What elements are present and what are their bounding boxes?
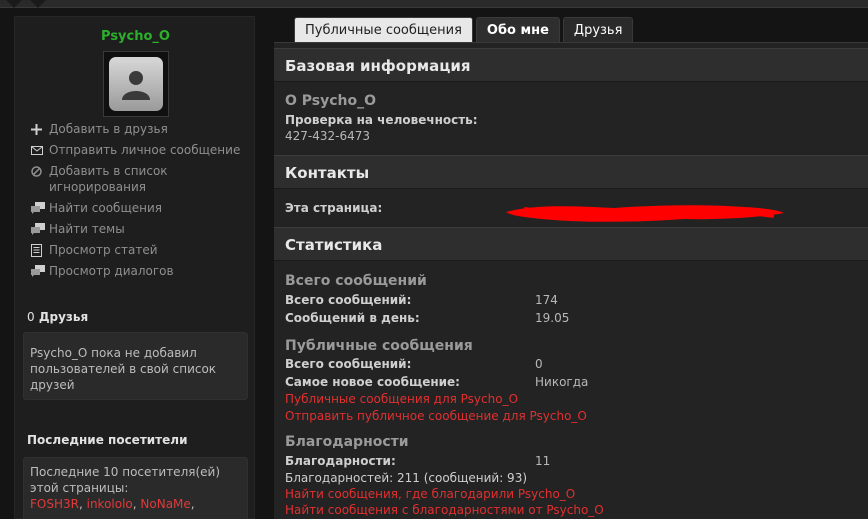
friends-count: 0 (27, 310, 35, 324)
action-label: Просмотр диалогов (49, 264, 174, 278)
avatar[interactable] (103, 51, 169, 117)
profile-actions: Добавить в друзья Отправить личное сообщ… (31, 121, 251, 284)
add-friend-link[interactable]: Добавить в друзья (31, 121, 251, 137)
visitor-link[interactable]: inkololo (87, 497, 133, 511)
contacts-header: Контакты (274, 155, 868, 189)
find-posts-link[interactable]: Найти сообщения (31, 200, 251, 216)
action-label: Отправить личное сообщение (49, 143, 241, 157)
stat-label: Всего сообщений: (285, 357, 412, 371)
friends-empty-box: Psycho_O пока не добавил пользователей в… (23, 332, 248, 400)
chat-icon (31, 221, 49, 237)
nav-notch (6, 0, 22, 8)
basic-info-header: Базовая информация (274, 48, 868, 82)
visitors-box: Последние 10 посетителя(ей) этой страниц… (23, 457, 248, 519)
stat-value: Никогда (535, 375, 589, 389)
visitors-intro: Последние 10 посетителя(ей) этой страниц… (30, 465, 221, 495)
friends-empty-text: Psycho_O пока не добавил пользователей в… (30, 346, 217, 392)
user-silhouette-icon (122, 71, 150, 100)
chat-icon (31, 263, 49, 279)
send-private-message-link[interactable]: Отправить личное сообщение (31, 142, 251, 158)
about-panel: Базовая информация О Psycho_O Проверка н… (274, 42, 868, 519)
stat-label: Самое новое сообщение: (285, 375, 460, 389)
action-label: Добавить в друзья (49, 122, 168, 136)
stat-label: Сообщений в день: (285, 311, 420, 325)
public-messages-title: Публичные сообщения (285, 338, 473, 354)
envelope-icon (31, 142, 49, 158)
nav-notch (30, 0, 46, 8)
stat-value: 0 (535, 357, 543, 371)
find-thanked-posts-link[interactable]: Найти сообщения, где благодарили Psycho_… (285, 487, 575, 501)
humanity-label: Проверка на человечность: (285, 113, 478, 127)
thanks-title: Благодарности (285, 434, 409, 450)
stat-label: Благодарности: (285, 454, 396, 468)
thanks-detail: Благодарностей: 211 (сообщений: 93) (285, 471, 528, 485)
tab-about-me[interactable]: Обо мне (475, 17, 560, 42)
friends-title[interactable]: Друзья (39, 310, 88, 324)
stat-label: Всего сообщений: (285, 293, 412, 307)
about-title: О Psycho_O (285, 93, 377, 109)
profile-sidebar: Psycho_O Добавить в друзья Отправить лич… (14, 16, 255, 519)
visitor-link[interactable]: NoNaMe (140, 497, 190, 511)
send-public-message-link[interactable]: Отправить публичное сообщение для Psycho… (285, 409, 587, 423)
plus-icon (31, 121, 49, 137)
stat-value: 19.05 (535, 311, 570, 325)
view-articles-link[interactable]: Просмотр статей (31, 242, 251, 258)
friends-section-title: 0 Друзья (27, 310, 88, 324)
action-label: Добавить в список игнорирования (49, 164, 168, 194)
tab-public-messages[interactable]: Публичные сообщения (294, 17, 473, 42)
block-icon (31, 163, 49, 179)
find-thanks-by-user-link[interactable]: Найти сообщения с благодарностями от Psy… (285, 503, 604, 517)
chat-icon (31, 200, 49, 216)
action-label: Просмотр статей (49, 243, 158, 257)
profile-tabs: Публичные сообщения Обо мне Друзья (294, 17, 634, 42)
humanity-value: 427-432-6473 (285, 129, 371, 143)
action-label: Найти сообщения (49, 201, 163, 215)
this-page-label: Эта страница: (285, 201, 383, 215)
tab-friends[interactable]: Друзья (562, 17, 634, 42)
redaction-scribble (504, 202, 786, 229)
stat-value: 174 (535, 293, 558, 307)
view-dialogs-link[interactable]: Просмотр диалогов (31, 263, 251, 279)
stat-value: 11 (535, 454, 551, 468)
visitor-link[interactable]: FOSH3R (30, 497, 79, 511)
profile-username[interactable]: Psycho_O (15, 29, 256, 44)
statistics-header: Статистика (274, 227, 868, 261)
add-to-ignore-list-link[interactable]: Добавить в список игнорирования (31, 163, 251, 195)
public-messages-link[interactable]: Публичные сообщения для Psycho_O (285, 392, 518, 406)
action-label: Найти темы (49, 222, 125, 236)
top-bar (0, 0, 868, 8)
find-threads-link[interactable]: Найти темы (31, 221, 251, 237)
total-posts-title: Всего сообщений (285, 273, 427, 289)
document-icon (31, 242, 49, 258)
visitors-section-title: Последние посетители (27, 433, 188, 447)
default-avatar-image (109, 57, 163, 111)
